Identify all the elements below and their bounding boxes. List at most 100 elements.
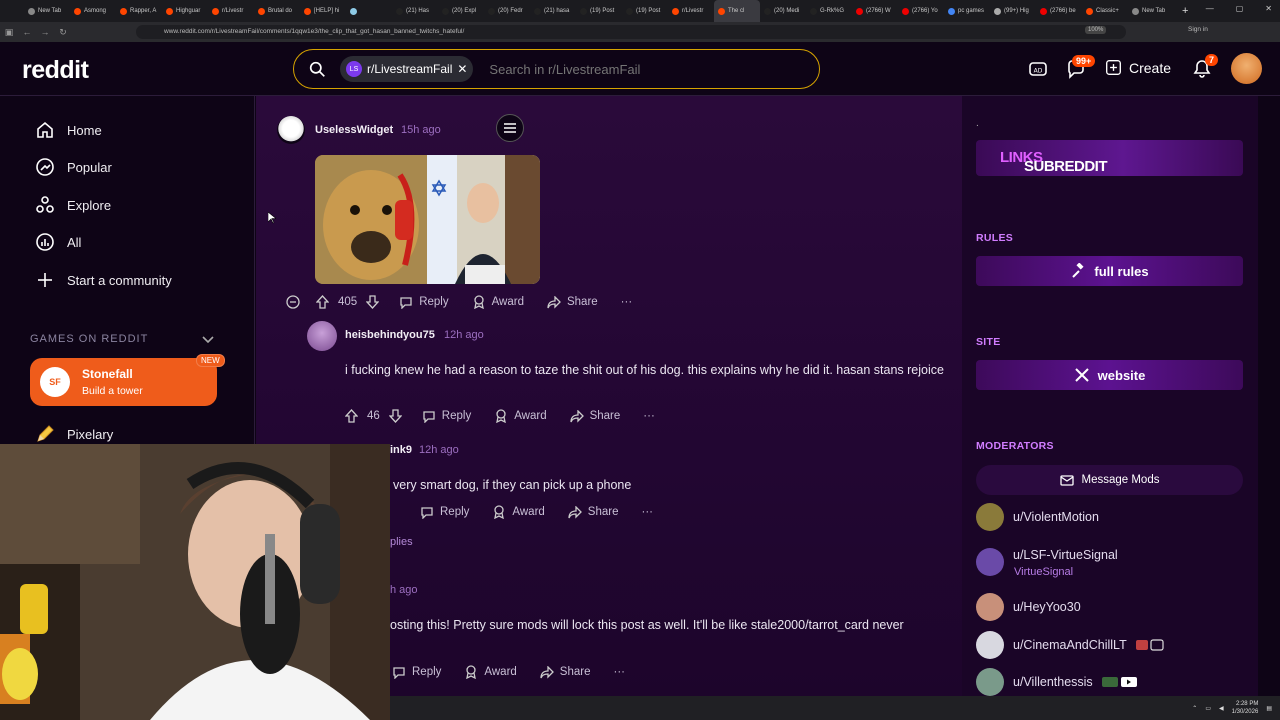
sign-in-button[interactable]: Sign in: [1188, 26, 1208, 33]
tab-search-icon[interactable]: ▣: [0, 27, 18, 38]
browser-tab[interactable]: (99+) Hig: [990, 0, 1036, 22]
browser-tab[interactable]: New Tab: [24, 0, 70, 22]
browser-tab[interactable]: (20) Fedr: [484, 0, 530, 22]
more-options-button[interactable]: ···: [643, 410, 655, 422]
comment-image[interactable]: [315, 155, 540, 284]
browser-tab[interactable]: Asmong: [70, 0, 116, 22]
downvote-icon[interactable]: [388, 409, 402, 423]
game-card-stonefall[interactable]: SF Stonefall Build a tower: [30, 358, 217, 406]
comment-timestamp[interactable]: h ago: [390, 584, 418, 596]
url-field[interactable]: www.reddit.com/r/LivestreamFail/comments…: [136, 25, 1126, 39]
message-mods-button[interactable]: Message Mods: [976, 465, 1243, 495]
reply-button[interactable]: Reply: [399, 296, 449, 309]
share-button[interactable]: Share: [568, 505, 618, 519]
award-button[interactable]: Award: [464, 665, 517, 679]
browser-tab[interactable]: (2766) Yo: [898, 0, 944, 22]
comment-timestamp[interactable]: 15h ago: [401, 124, 441, 136]
downvote-icon[interactable]: [366, 295, 380, 309]
moderator-item[interactable]: u/LSF-VirtueSignal VirtueSignal: [976, 548, 1118, 578]
moderator-item[interactable]: u/ViolentMotion: [976, 503, 1099, 531]
comment-username[interactable]: heisbehindyou75: [345, 329, 435, 341]
more-options-button[interactable]: ···: [621, 296, 633, 308]
browser-tab[interactable]: Highguar: [162, 0, 208, 22]
comment-username[interactable]: ink9: [390, 444, 412, 456]
award-button[interactable]: Award: [492, 505, 545, 519]
browser-tab[interactable]: Classic+: [1082, 0, 1128, 22]
back-icon[interactable]: ←: [18, 27, 36, 37]
maximize-icon[interactable]: ▢: [1236, 4, 1244, 13]
sidebar-item-explore[interactable]: Explore: [35, 195, 111, 215]
reply-button[interactable]: Reply: [422, 410, 471, 423]
system-clock[interactable]: 2:28 PM 1/30/2026: [1232, 700, 1259, 716]
search-input[interactable]: [489, 61, 790, 77]
browser-tab[interactable]: (21) Has: [392, 0, 438, 22]
commenter-avatar[interactable]: [307, 321, 337, 351]
browser-tab[interactable]: (19) Post: [576, 0, 622, 22]
share-button[interactable]: Share: [569, 409, 620, 423]
upvote-icon[interactable]: [316, 295, 329, 309]
commenter-avatar[interactable]: [277, 116, 305, 144]
sidebar-item-popular[interactable]: Popular: [35, 157, 112, 177]
chevron-down-icon[interactable]: [201, 332, 215, 346]
comment-timestamp[interactable]: 12h ago: [419, 444, 459, 456]
collapse-thread-icon[interactable]: [286, 295, 300, 309]
upvote-icon[interactable]: [345, 409, 358, 423]
reply-button[interactable]: Reply: [392, 666, 441, 679]
volume-icon[interactable]: ◀: [1219, 705, 1224, 712]
games-section-header[interactable]: GAMES ON REDDIT: [30, 333, 148, 345]
comment-username[interactable]: UselessWidget: [315, 124, 393, 136]
browser-tab[interactable]: [HELP] hi: [300, 0, 346, 22]
full-rules-button[interactable]: full rules: [976, 256, 1243, 286]
share-button[interactable]: Share: [547, 295, 598, 309]
zoom-level[interactable]: 100%: [1085, 26, 1107, 34]
menu-toggle-button[interactable]: [496, 114, 524, 142]
moderator-item[interactable]: u/CinemaAndChillLT: [976, 631, 1164, 659]
minimize-icon[interactable]: —: [1206, 4, 1214, 13]
award-button[interactable]: Award: [494, 409, 547, 423]
browser-tab[interactable]: (20) Expl: [438, 0, 484, 22]
website-button[interactable]: website: [976, 360, 1243, 390]
browser-tab[interactable]: [346, 0, 392, 22]
subreddit-search-chip[interactable]: LS r/LivestreamFail ✕: [340, 56, 474, 82]
more-replies-link[interactable]: plies: [390, 536, 413, 548]
more-options-button[interactable]: ···: [641, 506, 653, 518]
reload-icon[interactable]: ↻: [54, 27, 72, 38]
moderator-item[interactable]: u/HeyYoo30: [976, 593, 1081, 621]
browser-tab[interactable]: The cl: [714, 0, 760, 22]
browser-tab[interactable]: r/Livestr: [208, 0, 254, 22]
game-item-pixelary[interactable]: Pixelary: [35, 424, 113, 444]
award-button[interactable]: Award: [472, 295, 524, 309]
user-avatar[interactable]: [1231, 53, 1262, 84]
browser-tab[interactable]: r/Livestr: [668, 0, 714, 22]
browser-tab[interactable]: G-Rk%G: [806, 0, 852, 22]
advertise-icon[interactable]: AD: [1028, 59, 1048, 79]
network-icon[interactable]: ▭: [1205, 705, 1211, 712]
comment-timestamp[interactable]: 12h ago: [444, 329, 484, 341]
reddit-logo[interactable]: reddit: [22, 56, 89, 85]
subreddit-links-banner[interactable]: SUBREDDIT LINKS: [976, 140, 1243, 176]
close-window-icon[interactable]: ✕: [1265, 4, 1272, 13]
sidebar-item-home[interactable]: Home: [35, 120, 102, 140]
notification-center-icon[interactable]: ▤: [1266, 705, 1272, 712]
search-bar[interactable]: LS r/LivestreamFail ✕: [293, 49, 820, 89]
new-tab-button[interactable]: +: [1182, 5, 1188, 17]
tray-chevron-icon[interactable]: ⌃: [1192, 705, 1197, 712]
reply-button[interactable]: Reply: [420, 506, 469, 519]
browser-tab[interactable]: (20) Medi: [760, 0, 806, 22]
browser-tab[interactable]: Rapper, A: [116, 0, 162, 22]
browser-tab[interactable]: (19) Post: [622, 0, 668, 22]
create-button[interactable]: Create: [1105, 59, 1171, 76]
browser-tab[interactable]: (2766) W: [852, 0, 898, 22]
browser-tab[interactable]: Brutal do: [254, 0, 300, 22]
sidebar-item-all[interactable]: All: [35, 232, 81, 252]
more-options-button[interactable]: ···: [613, 666, 625, 678]
browser-tab[interactable]: (2766) be: [1036, 0, 1082, 22]
sidebar-item-start-community[interactable]: Start a community: [35, 270, 172, 290]
browser-tab[interactable]: (21) hasa: [530, 0, 576, 22]
forward-icon[interactable]: →: [36, 27, 54, 37]
moderator-item[interactable]: u/Villenthessis: [976, 668, 1138, 696]
browser-tab[interactable]: New Tab: [1128, 0, 1174, 22]
chip-remove-icon[interactable]: ✕: [457, 62, 467, 76]
share-button[interactable]: Share: [540, 665, 590, 679]
browser-tab[interactable]: pc games: [944, 0, 990, 22]
